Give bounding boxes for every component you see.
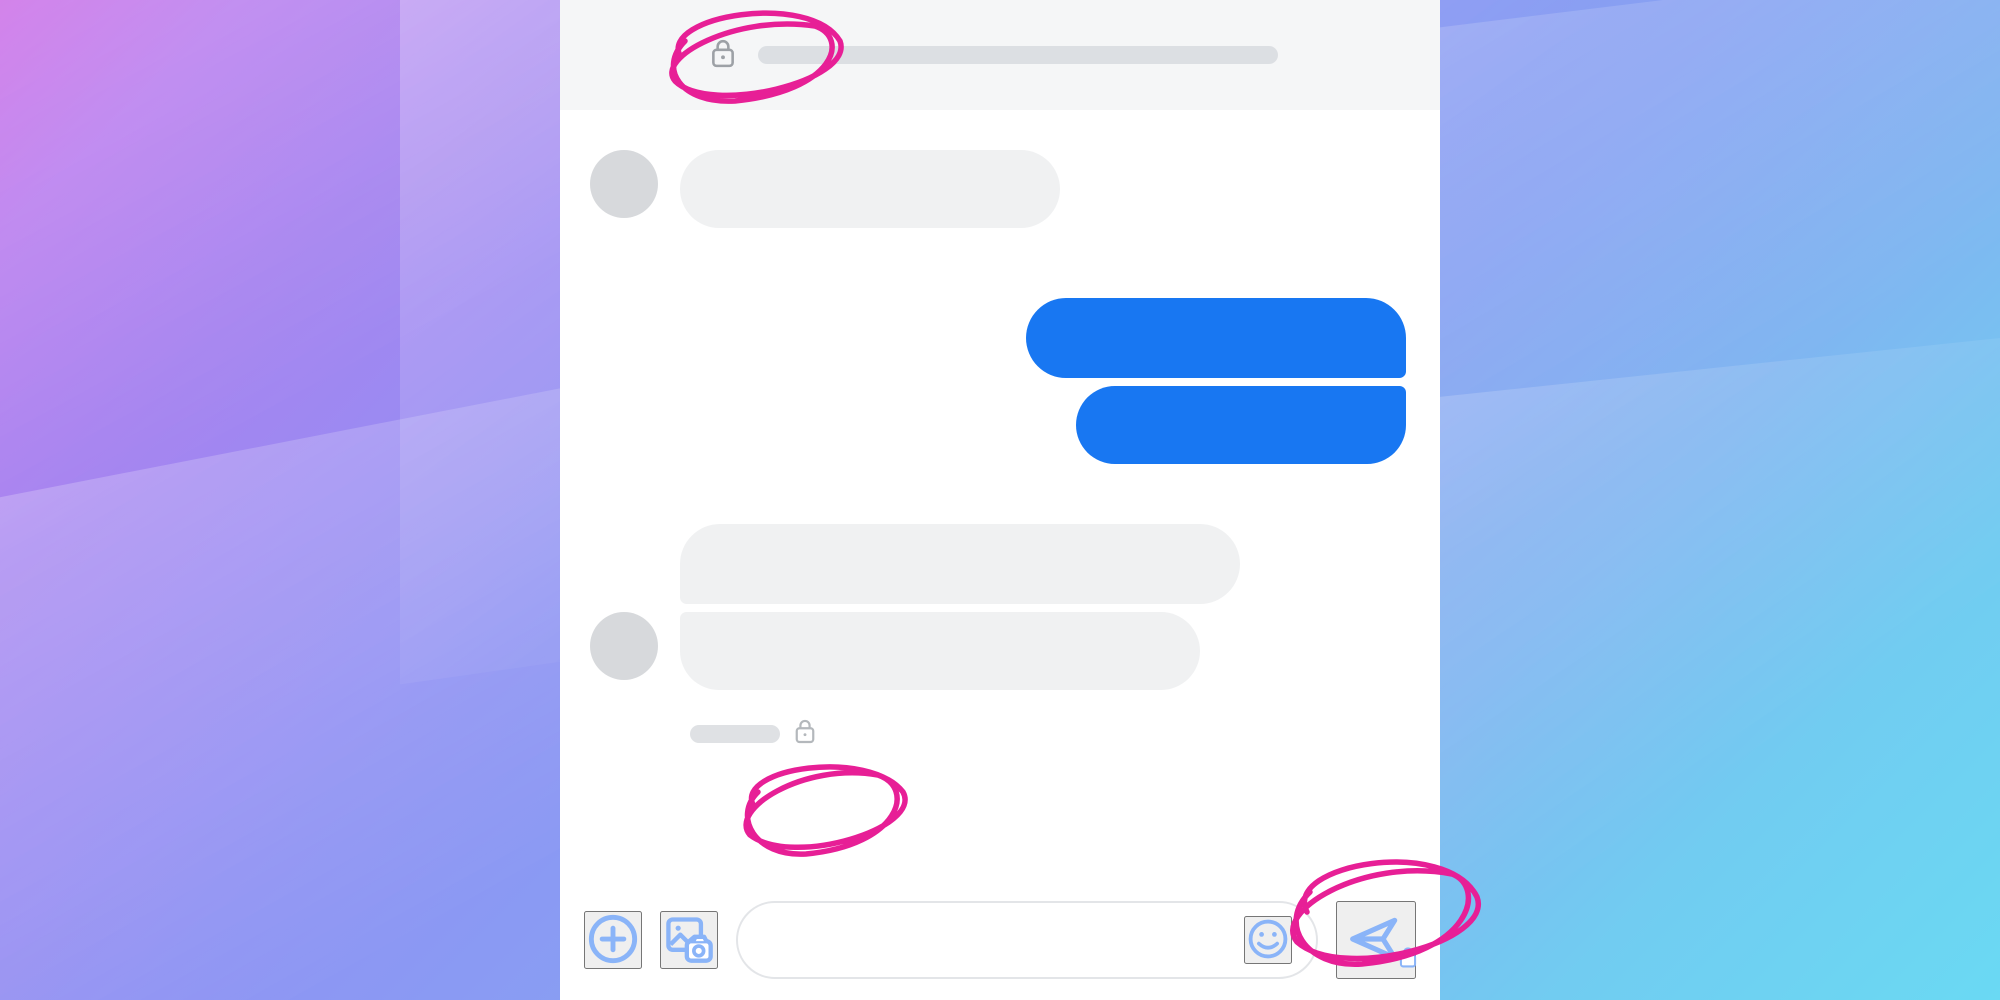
lock-icon [1398,946,1418,971]
gallery-button[interactable] [660,911,718,969]
plus-circle-icon [587,913,639,968]
avatar[interactable] [590,150,658,218]
image-camera-icon [663,913,715,968]
emoji-button[interactable] [1244,916,1292,964]
message-row-incoming [590,150,1410,228]
message-bubble-incoming[interactable] [680,150,1060,228]
conversation-header [560,0,1440,110]
chat-app-window [560,0,1440,1000]
send-icon [1348,911,1404,970]
message-bubble-incoming[interactable] [680,524,1240,604]
encryption-status-row [590,718,1410,749]
message-row-outgoing [590,298,1410,464]
smiley-icon [1246,917,1290,964]
status-text-placeholder [690,725,780,743]
message-bubble-outgoing[interactable] [1076,386,1406,464]
avatar[interactable] [590,612,658,680]
lock-icon [710,38,736,73]
message-bubble-incoming[interactable] [680,612,1200,690]
message-composer [560,880,1440,1000]
header-title-placeholder [758,46,1278,64]
send-button[interactable] [1336,901,1416,979]
lock-icon [794,718,816,749]
message-list[interactable] [560,110,1440,880]
message-bubble-outgoing[interactable] [1026,298,1406,378]
message-row-incoming [590,524,1410,690]
message-input[interactable] [736,901,1318,979]
add-attachment-button[interactable] [584,911,642,969]
